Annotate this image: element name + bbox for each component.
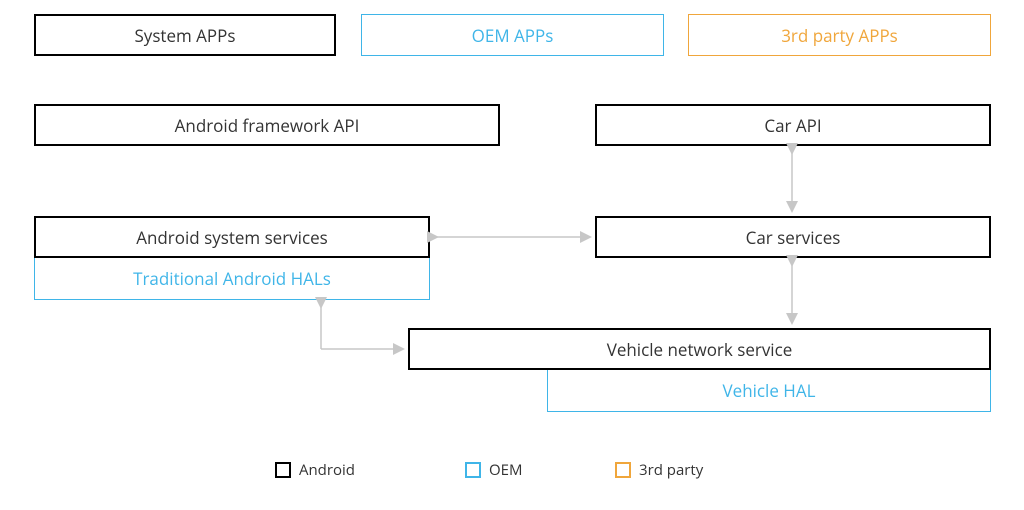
box-system-apps: System APPs [34,14,336,56]
box-3rd-party-apps: 3rd party APPs [688,14,991,56]
box-traditional-android-hals: Traditional Android HALs [34,258,430,300]
legend-label: 3rd party [639,460,703,480]
legend-third-party: 3rd party [615,460,703,480]
box-oem-apps: OEM APPs [361,14,664,56]
box-vehicle-hal: Vehicle HAL [547,370,991,412]
swatch-icon [615,462,631,478]
legend-oem: OEM [465,460,523,480]
diagram-canvas: System APPs OEM APPs 3rd party APPs Andr… [0,0,1024,510]
label: Car API [764,114,821,137]
legend-android: Android [275,460,355,480]
label: Car services [746,226,841,249]
label: Traditional Android HALs [133,267,331,290]
label: 3rd party APPs [781,24,898,47]
swatch-icon [465,462,481,478]
box-android-system-services: Android system services [34,216,430,258]
box-car-services: Car services [595,216,991,258]
legend-label: OEM [489,460,523,480]
label: Android framework API [175,114,360,137]
legend-label: Android [299,460,355,480]
box-vehicle-network-service: Vehicle network service [408,328,991,370]
swatch-icon [275,462,291,478]
label: OEM APPs [472,24,554,47]
label: Vehicle network service [607,338,793,361]
arrow-tradhals-vns [321,306,402,349]
box-car-api: Car API [595,104,991,146]
label: Android system services [136,226,328,249]
label: System APPs [134,24,235,47]
box-android-framework-api: Android framework API [34,104,500,146]
label: Vehicle HAL [723,379,816,402]
